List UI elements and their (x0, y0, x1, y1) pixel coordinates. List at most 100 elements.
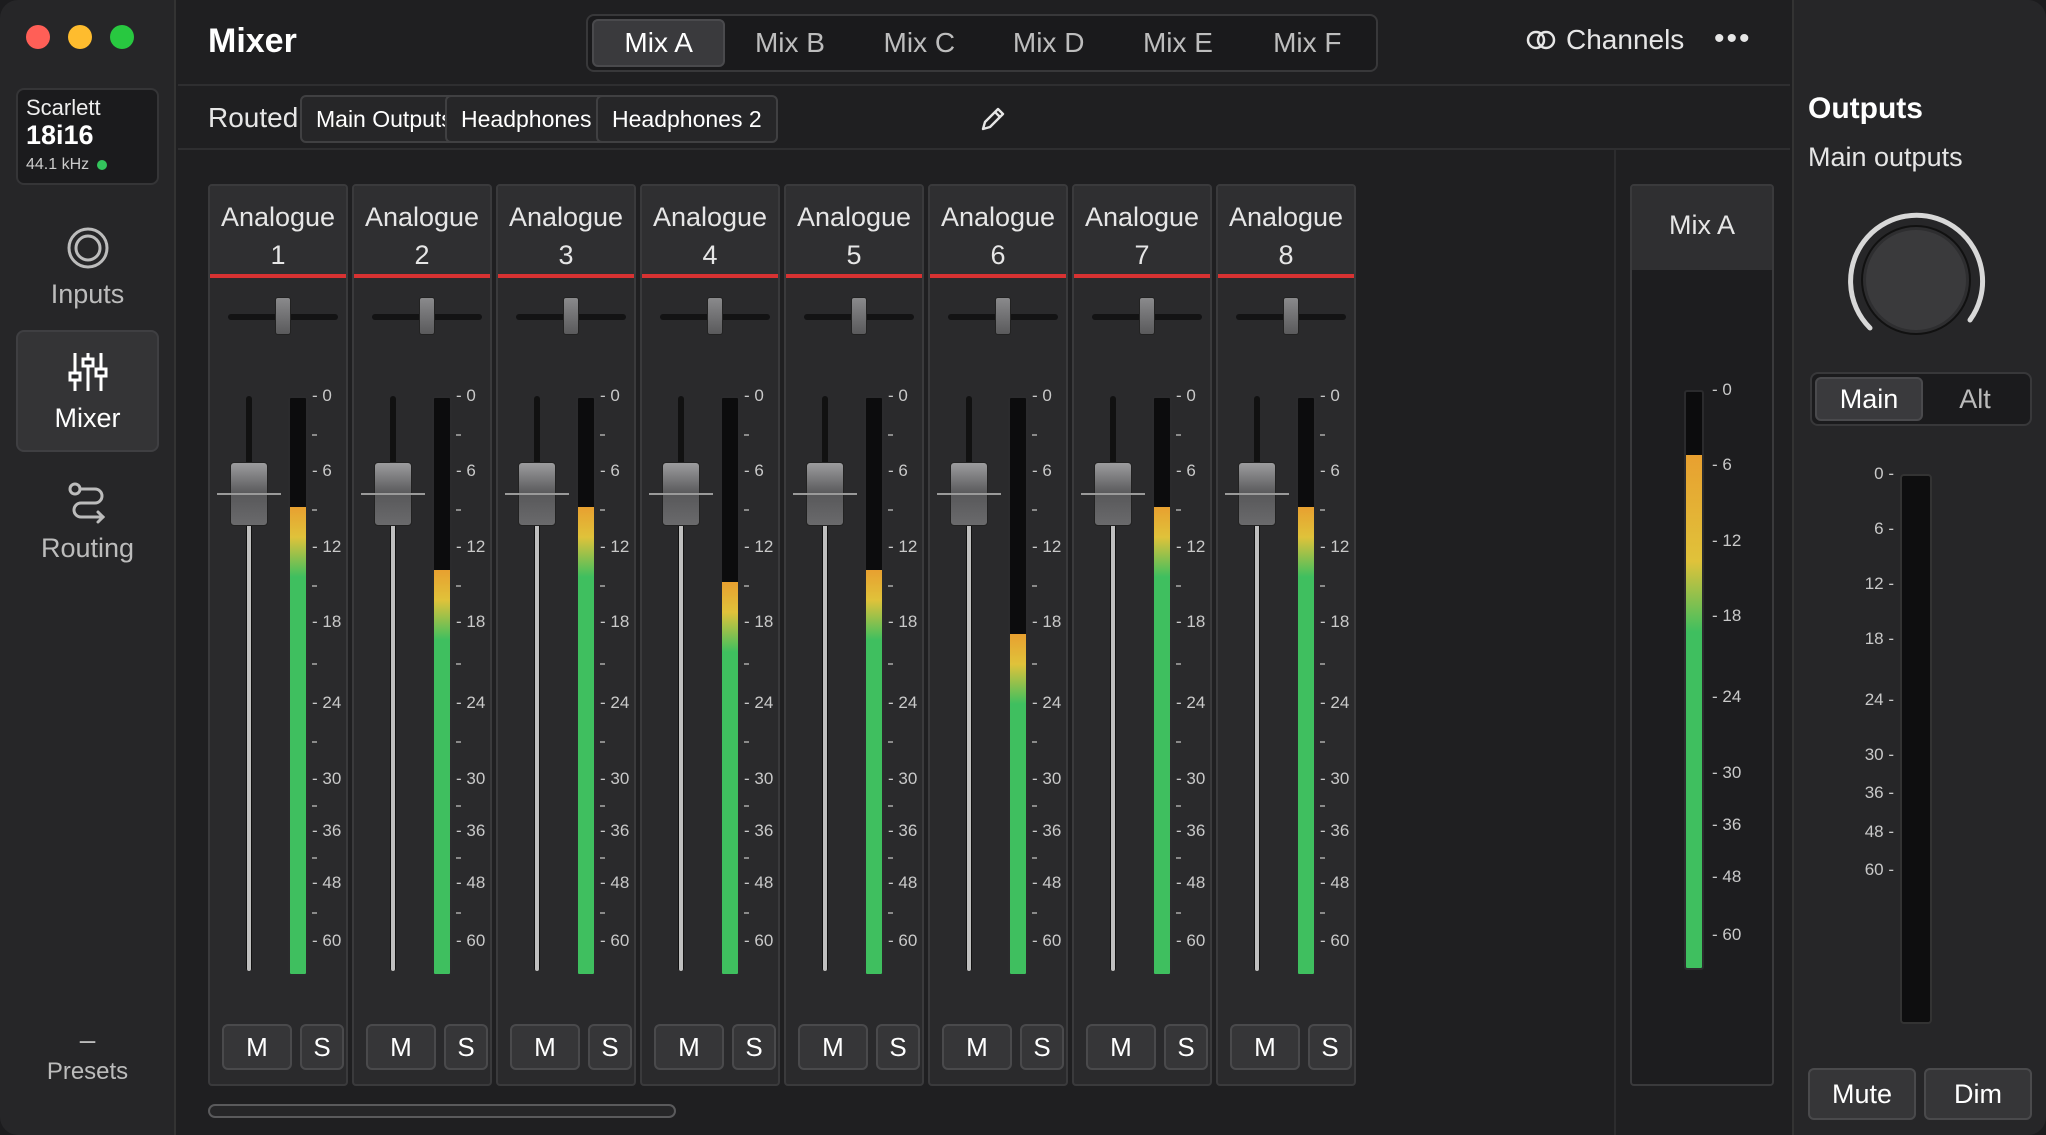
tick-dash: - (312, 821, 323, 840)
minor-tick (888, 912, 893, 915)
close-window-button[interactable] (26, 25, 50, 49)
volume-fader-handle[interactable] (649, 462, 713, 526)
dim-button[interactable]: Dim (1924, 1068, 2032, 1120)
solo-channel-button[interactable]: S (1164, 1024, 1208, 1070)
tick-value: 24 (754, 693, 774, 713)
pan-slider-handle[interactable] (851, 297, 867, 335)
pan-slider-handle[interactable] (275, 297, 291, 335)
channel-name: Analogue 6 (930, 186, 1066, 278)
mute-channel-button[interactable]: M (1230, 1024, 1300, 1070)
volume-fader-handle[interactable] (1225, 462, 1289, 526)
tick-value: 24 (898, 693, 918, 713)
nav-routing[interactable]: Routing (16, 460, 159, 582)
main-output-volume-knob[interactable] (1836, 200, 1996, 360)
meter-scale-tick: - 18 (312, 613, 341, 631)
tick-dash: - (1712, 815, 1723, 834)
meter-scale-tick: - 60 (1032, 932, 1061, 950)
tick-dash: - (744, 931, 755, 951)
minor-tick (600, 912, 605, 915)
pan-slider-handle[interactable] (1283, 297, 1299, 335)
tab-mix-e[interactable]: Mix E (1113, 19, 1242, 67)
tick-value: 60 (1722, 925, 1742, 945)
mute-channel-button[interactable]: M (222, 1024, 292, 1070)
solo-channel-button[interactable]: S (444, 1024, 488, 1070)
pan-slider-handle[interactable] (563, 297, 579, 335)
minor-tick (1320, 741, 1325, 744)
meter-scale-tick: - 24 (1032, 694, 1061, 712)
monitor-alt-button[interactable]: Alt (1923, 377, 2027, 421)
meter-scale-tick: - 60 (888, 932, 917, 950)
mute-button[interactable]: Mute (1808, 1068, 1916, 1120)
tick-value: 60 (754, 931, 774, 951)
device-card[interactable]: Scarlett 18i16 44.1 kHz (16, 88, 159, 185)
tick-value: 48 (1186, 873, 1206, 893)
mute-channel-button[interactable]: M (1086, 1024, 1156, 1070)
volume-fader-handle[interactable] (937, 462, 1001, 526)
pan-slider-handle[interactable] (1139, 297, 1155, 335)
mute-channel-button[interactable]: M (654, 1024, 724, 1070)
meter-scale-tick: - 18 (1176, 613, 1205, 631)
route-chip-main-outputs[interactable]: Main Outputs (300, 95, 469, 143)
tick-dash: - (600, 931, 611, 951)
mute-channel-button[interactable]: M (366, 1024, 436, 1070)
tick-value: 18 (1330, 612, 1350, 632)
fader-level-fill (1255, 494, 1259, 971)
channel-name: Analogue 1 (210, 186, 346, 278)
mix-meter-tick: - 60 (1712, 926, 1741, 944)
volume-fader-handle[interactable] (217, 462, 281, 526)
volume-fader-handle[interactable] (1081, 462, 1145, 526)
tick-value: 12 (1186, 536, 1206, 556)
meter-scale-tick: - 12 (888, 537, 917, 556)
solo-channel-button[interactable]: S (588, 1024, 632, 1070)
volume-fader-handle[interactable] (505, 462, 569, 526)
monitor-main-button[interactable]: Main (1815, 377, 1923, 421)
volume-fader-handle[interactable] (361, 462, 425, 526)
horizontal-scrollbar[interactable] (208, 1104, 676, 1118)
solo-channel-button[interactable]: S (732, 1024, 776, 1070)
tick-dash: - (456, 612, 467, 632)
tick-value: 0 (1874, 464, 1884, 483)
tab-mix-d[interactable]: Mix D (984, 19, 1113, 67)
meter-scale-tick: - 18 (1032, 613, 1061, 631)
tick-dash: - (312, 931, 323, 951)
volume-fader-handle[interactable] (793, 462, 857, 526)
route-chip-headphones-2[interactable]: Headphones 2 (596, 95, 778, 143)
level-meter-fill (1154, 507, 1170, 974)
tick-value: 0 (1722, 380, 1732, 399)
solo-channel-button[interactable]: S (1308, 1024, 1352, 1070)
meter-scale-tick: - 24 (600, 694, 629, 712)
nav-presets[interactable]: – Presets (16, 1026, 159, 1086)
tick-dash: - (1883, 629, 1894, 648)
solo-channel-button[interactable]: S (876, 1024, 920, 1070)
meter-scale-tick: - 30 (1176, 769, 1205, 788)
mute-channel-button[interactable]: M (510, 1024, 580, 1070)
nav-mixer[interactable]: Mixer (16, 330, 159, 452)
tab-mix-b[interactable]: Mix B (725, 19, 854, 67)
mute-channel-button[interactable]: M (942, 1024, 1012, 1070)
edit-routing-icon[interactable] (978, 104, 1008, 134)
nav-inputs[interactable]: Inputs (16, 206, 159, 328)
zoom-window-button[interactable] (110, 25, 134, 49)
meter-scale-tick: - 18 (1320, 613, 1349, 631)
channel-name: Analogue 2 (354, 186, 490, 278)
more-options-button[interactable]: ••• (1714, 22, 1752, 56)
tick-dash: - (1320, 873, 1331, 893)
mute-channel-button[interactable]: M (798, 1024, 868, 1070)
solo-channel-button[interactable]: S (300, 1024, 344, 1070)
channel-number-label: 7 (1134, 240, 1150, 270)
tick-value: 24 (1042, 693, 1062, 713)
pan-slider-handle[interactable] (995, 297, 1011, 335)
pan-slider-handle[interactable] (419, 297, 435, 335)
tick-dash: - (1176, 873, 1187, 893)
tab-mix-c[interactable]: Mix C (855, 19, 984, 67)
tab-mix-a[interactable]: Mix A (592, 19, 726, 67)
nav-presets-label: Presets (46, 1058, 129, 1085)
meter-scale-tick: - 12 (744, 537, 773, 556)
minimize-window-button[interactable] (68, 25, 92, 49)
tick-dash: - (744, 612, 755, 632)
pan-slider-handle[interactable] (707, 297, 723, 335)
solo-channel-button[interactable]: S (1020, 1024, 1064, 1070)
channels-button[interactable]: Channels (1526, 24, 1684, 56)
tab-mix-f[interactable]: Mix F (1243, 19, 1372, 67)
meter-scale-tick: - 36 (456, 822, 485, 840)
